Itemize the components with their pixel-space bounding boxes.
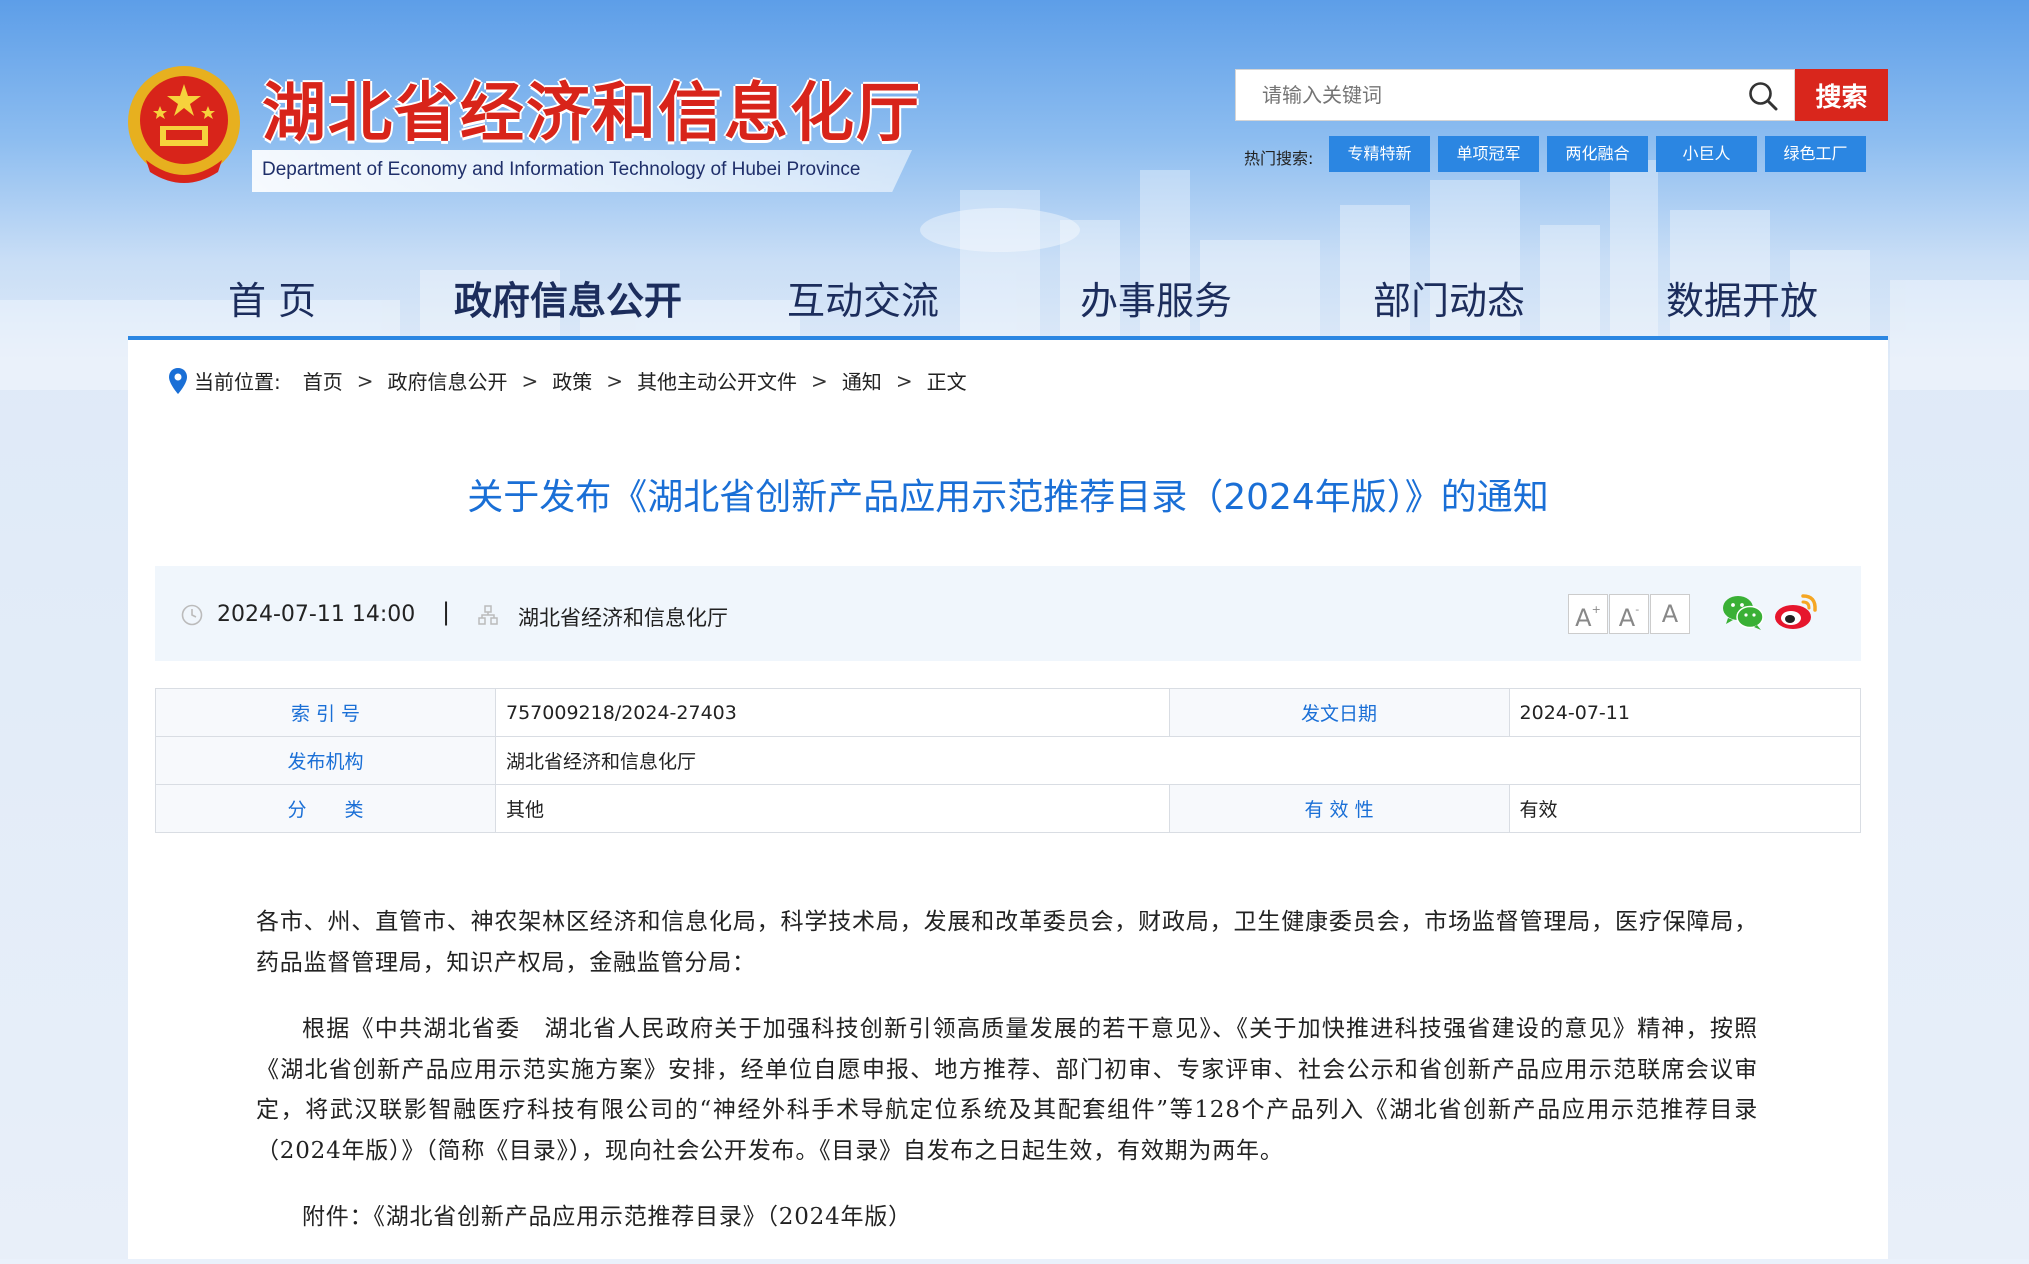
breadcrumb-separator: > <box>521 368 539 393</box>
search-input[interactable] <box>1236 70 1716 120</box>
clock-icon <box>181 604 203 626</box>
site-subtitle: Department of Economy and Information Te… <box>262 159 861 180</box>
article-paragraph: 各市、州、直管市、神农架林区经济和信息化局，科学技术局，发展和改革委员会，财政局… <box>256 909 1758 976</box>
nav-item-gov-info[interactable]: 政府信息公开 <box>454 270 682 325</box>
breadcrumb-separator: > <box>895 368 913 393</box>
search-button[interactable]: 搜索 <box>1795 69 1888 121</box>
publish-datetime: 2024-07-11 14:00 <box>217 602 416 627</box>
hot-tag[interactable]: 两化融合 <box>1547 136 1648 172</box>
weibo-share-icon[interactable] <box>1773 590 1819 632</box>
table-row: 发布机构 湖北省经济和信息化厅 <box>155 736 1861 785</box>
breadcrumb-notice[interactable]: 通知 <box>842 366 882 395</box>
site-title: 湖北省经济和信息化厅 <box>262 77 922 151</box>
breadcrumb-current: 正文 <box>926 370 967 394</box>
attachment-line: 附件：《湖北省创新产品应用示范推荐目录》（2024年版） <box>302 1204 912 1230</box>
publish-source: 湖北省经济和信息化厅 <box>518 606 728 630</box>
table-row: 分 类 其他 有 效 性 有效 <box>155 784 1862 833</box>
national-emblem-logo <box>128 66 240 183</box>
font-reset-button[interactable]: A <box>1650 594 1690 634</box>
hot-tag[interactable]: 单项冠军 <box>1438 136 1539 172</box>
nav-item-dept-news[interactable]: 部门动态 <box>1373 270 1525 325</box>
document-info-table: 索 引 号 757009218/2024-27403 发文日期 2024-07-… <box>155 688 1862 833</box>
breadcrumb-other-files[interactable]: 其他主动公开文件 <box>637 366 797 395</box>
nav-item-interaction[interactable]: 互动交流 <box>787 270 939 325</box>
hot-search-tags: 专精特新 单项冠军 两化融合 小巨人 绿色工厂 <box>1329 136 1866 172</box>
breadcrumb: 当前位置: 首页 > 政府信息公开 > 政策 > 其他主动公开文件 > 通知 >… <box>168 366 967 395</box>
nav-item-open-data[interactable]: 数据开放 <box>1666 270 1818 325</box>
main-nav: 首 页 政府信息公开 互动交流 办事服务 部门动态 数据开放 <box>128 258 1888 338</box>
issue-date-value: 2024-07-11 <box>1508 688 1862 737</box>
location-pin-icon <box>169 367 187 394</box>
wechat-share-icon[interactable] <box>1721 592 1765 632</box>
publisher-label: 发布机构 <box>155 736 496 785</box>
search-icon[interactable] <box>1748 81 1778 111</box>
breadcrumb-home[interactable]: 首页 <box>303 366 343 395</box>
search-box <box>1235 69 1795 121</box>
content-card: 当前位置: 首页 > 政府信息公开 > 政策 > 其他主动公开文件 > 通知 >… <box>128 340 1888 1259</box>
index-number-value: 757009218/2024-27403 <box>495 688 1170 737</box>
breadcrumb-policy[interactable]: 政策 <box>552 366 592 395</box>
site-subtitle-banner: Department of Economy and Information Te… <box>252 150 912 192</box>
meta-separator: | <box>442 598 451 626</box>
hot-tag[interactable]: 绿色工厂 <box>1765 136 1866 172</box>
nav-item-services[interactable]: 办事服务 <box>1080 270 1232 325</box>
breadcrumb-separator: > <box>606 368 624 393</box>
nav-item-home[interactable]: 首 页 <box>228 270 316 325</box>
hot-search-label: 热门搜索: <box>1244 149 1314 168</box>
breadcrumb-gov-info[interactable]: 政府信息公开 <box>388 366 508 395</box>
organization-icon <box>478 605 498 625</box>
publisher-value: 湖北省经济和信息化厅 <box>495 736 1861 785</box>
article-title: 关于发布《湖北省创新产品应用示范推荐目录（2024年版）》的通知 <box>467 477 1549 518</box>
font-button-label: A <box>1661 600 1679 628</box>
font-button-label: A <box>1575 604 1592 632</box>
validity-value: 有效 <box>1508 784 1862 833</box>
article-meta-bar: 2024-07-11 14:00 | 湖北省经济和信息化厅 A+ A- A <box>155 566 1861 661</box>
breadcrumb-separator: > <box>811 368 828 393</box>
font-decrease-button[interactable]: A- <box>1609 594 1649 634</box>
font-increase-button[interactable]: A+ <box>1568 594 1608 634</box>
hot-tag[interactable]: 小巨人 <box>1656 136 1757 172</box>
category-label: 分 类 <box>155 784 496 833</box>
breadcrumb-label: 当前位置: <box>194 370 281 394</box>
validity-label: 有 效 性 <box>1168 784 1510 833</box>
breadcrumb-separator: > <box>356 368 374 393</box>
article-body: 各市、州、直管市、神农架林区经济和信息化局，科学技术局，发展和改革委员会，财政局… <box>256 902 1758 1264</box>
index-number-label: 索 引 号 <box>155 688 496 737</box>
category-value: 其他 <box>495 784 1170 833</box>
article-paragraph: 根据《中共湖北省委 湖北省人民政府关于加强科技创新引领高质量发展的若干意见》、《… <box>256 1016 1758 1164</box>
table-row: 索 引 号 757009218/2024-27403 发文日期 2024-07-… <box>155 688 1862 737</box>
hot-tag[interactable]: 专精特新 <box>1329 136 1430 172</box>
font-button-label: A <box>1618 604 1636 632</box>
issue-date-label: 发文日期 <box>1168 688 1510 737</box>
